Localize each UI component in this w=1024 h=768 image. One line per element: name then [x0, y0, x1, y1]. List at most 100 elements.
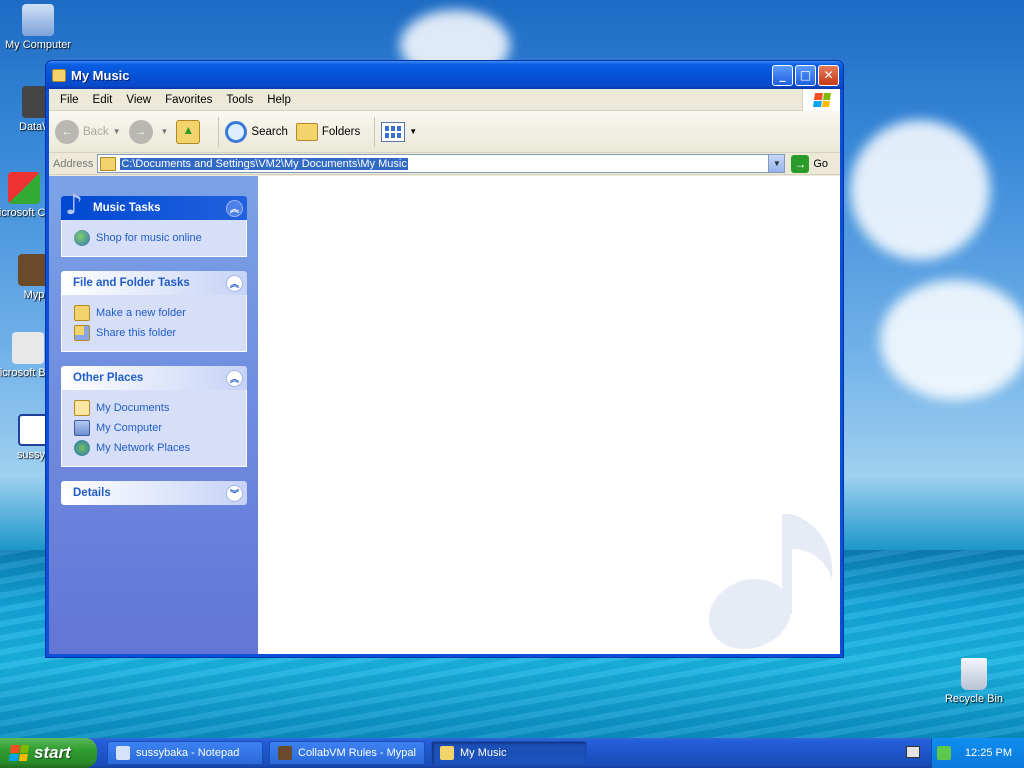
task-label: Make a new folder	[96, 307, 186, 319]
computer-icon	[22, 4, 54, 36]
chevron-up-icon[interactable]: ︽	[226, 199, 243, 217]
cloud	[850, 120, 990, 260]
other-places-body: My Documents My Computer My Network Plac…	[61, 390, 247, 467]
keyboard-icon[interactable]	[906, 746, 920, 758]
task-pane: ♪ Music Tasks ︽ Shop for music online Fi…	[49, 176, 258, 654]
search-button[interactable]: Search	[225, 120, 288, 143]
my-computer-link[interactable]: My Computer	[74, 418, 234, 438]
explorer-window: My Music _ □ ✕ File Edit View Favorites …	[45, 60, 844, 658]
music-note-icon: ♪	[65, 188, 83, 221]
mypal-icon	[278, 746, 292, 760]
notepad-icon	[116, 746, 130, 760]
task-label: Shop for music online	[96, 232, 202, 244]
desktop-icon-recycle-bin[interactable]: Recycle Bin	[936, 658, 1012, 705]
back-button[interactable]: ← Back ▼	[55, 119, 121, 144]
my-documents-link[interactable]: My Documents	[74, 398, 234, 418]
desktop-icon-label: Myp	[23, 289, 45, 301]
menu-help[interactable]: Help	[260, 91, 298, 109]
file-folder-tasks-body: Make a new folder Share this folder	[61, 295, 247, 352]
music-tasks-panel: ♪ Music Tasks ︽ Shop for music online	[61, 188, 247, 257]
menu-view[interactable]: View	[119, 91, 158, 109]
panel-title: File and Folder Tasks	[73, 277, 190, 289]
go-button[interactable]: → Go	[791, 154, 828, 173]
search-label: Search	[251, 125, 288, 138]
window-client: File Edit View Favorites Tools Help ← Ba…	[49, 89, 840, 654]
task-label: Share this folder	[96, 327, 177, 339]
search-icon	[225, 120, 248, 143]
folders-label: Folders	[321, 125, 361, 138]
folder-icon	[440, 746, 454, 760]
music-tasks-header[interactable]: ♪ Music Tasks ︽	[61, 188, 247, 221]
forward-arrow-icon: →	[128, 119, 153, 144]
clock[interactable]: 12:25 PM	[965, 747, 1012, 759]
file-folder-tasks-header[interactable]: File and Folder Tasks ︽	[61, 271, 247, 295]
my-network-places-link[interactable]: My Network Places	[74, 438, 234, 458]
window-title: My Music	[71, 67, 130, 83]
go-label: Go	[813, 157, 828, 170]
toolbar-separator	[374, 116, 376, 147]
standard-toolbar: ← Back ▼ → ▼ Search Folders	[49, 111, 840, 153]
taskbar-item-notepad[interactable]: sussybaka - Notepad	[107, 741, 263, 765]
folder-music-icon	[52, 68, 66, 82]
go-arrow-icon: →	[791, 154, 810, 173]
music-note-watermark-icon	[708, 514, 833, 650]
start-label: start	[34, 743, 71, 762]
desktop-icon-label: My Computer	[4, 39, 72, 51]
network-icon[interactable]	[936, 746, 951, 760]
chevron-down-icon[interactable]: ︾	[226, 484, 243, 502]
file-list-area[interactable]	[258, 176, 840, 654]
music-tasks-body: Shop for music online	[61, 220, 247, 257]
windows-logo-icon	[8, 745, 30, 761]
views-button[interactable]: ▼	[381, 121, 417, 142]
new-folder-icon	[74, 305, 90, 321]
taskbar-item-mypal[interactable]: CollabVM Rules - Mypal	[269, 741, 425, 765]
chevron-down-icon[interactable]: ▼	[161, 127, 169, 136]
chevron-up-icon[interactable]: ︽	[226, 369, 243, 387]
globe-icon	[74, 230, 90, 246]
desktop-icon-label: Recycle Bin	[944, 693, 1004, 705]
close-button[interactable]: ✕	[818, 64, 839, 86]
share-folder-link[interactable]: Share this folder	[74, 323, 234, 343]
up-button[interactable]	[176, 119, 204, 144]
address-path[interactable]: C:\Documents and Settings\VM2\My Documen…	[120, 157, 408, 170]
share-folder-icon	[74, 325, 90, 341]
folders-button[interactable]: Folders	[295, 122, 361, 141]
forward-button[interactable]: → ▼	[128, 119, 169, 144]
shop-music-online-link[interactable]: Shop for music online	[74, 228, 234, 248]
make-new-folder-link[interactable]: Make a new folder	[74, 303, 234, 323]
panel-title: Details	[73, 487, 111, 499]
menu-file[interactable]: File	[53, 91, 86, 109]
menu-favorites[interactable]: Favorites	[158, 91, 219, 109]
taskbar-item-label: My Music	[460, 747, 507, 759]
cloud	[880, 280, 1024, 400]
task-label: My Computer	[96, 422, 163, 434]
chevron-down-icon[interactable]: ▼	[409, 127, 417, 136]
title-bar[interactable]: My Music _ □ ✕	[46, 61, 843, 89]
back-label: Back	[83, 125, 109, 138]
menu-edit[interactable]: Edit	[86, 91, 120, 109]
address-bar: Address C:\Documents and Settings\VM2\My…	[49, 153, 840, 175]
menu-bar: File Edit View Favorites Tools Help	[49, 89, 840, 111]
minimize-button[interactable]: _	[772, 64, 793, 86]
recycle-bin-icon	[961, 658, 987, 690]
chevron-down-icon[interactable]: ▼	[113, 127, 121, 136]
maximize-button[interactable]: □	[795, 64, 816, 86]
network-places-icon	[74, 440, 90, 456]
folders-icon	[295, 122, 318, 141]
taskbar-item-my-music[interactable]: My Music	[431, 741, 587, 765]
details-header[interactable]: Details ︾	[61, 481, 247, 505]
system-tray: 12:25 PM	[931, 738, 1024, 768]
other-places-header[interactable]: Other Places ︽	[61, 366, 247, 390]
chevron-up-icon[interactable]: ︽	[226, 274, 243, 292]
menu-tools[interactable]: Tools	[219, 91, 260, 109]
windows-logo-icon	[802, 89, 840, 111]
chevron-down-icon[interactable]: ▼	[768, 155, 785, 172]
taskbar-item-label: sussybaka - Notepad	[136, 747, 240, 759]
address-input[interactable]: C:\Documents and Settings\VM2\My Documen…	[97, 154, 786, 173]
desktop-icon-my-computer[interactable]: My Computer	[0, 4, 76, 51]
my-documents-icon	[74, 400, 90, 416]
panel-title: Music Tasks	[93, 202, 161, 214]
start-button[interactable]: start	[0, 738, 97, 768]
taskbar-item-label: CollabVM Rules - Mypal	[298, 747, 416, 759]
back-arrow-icon: ←	[55, 119, 79, 144]
